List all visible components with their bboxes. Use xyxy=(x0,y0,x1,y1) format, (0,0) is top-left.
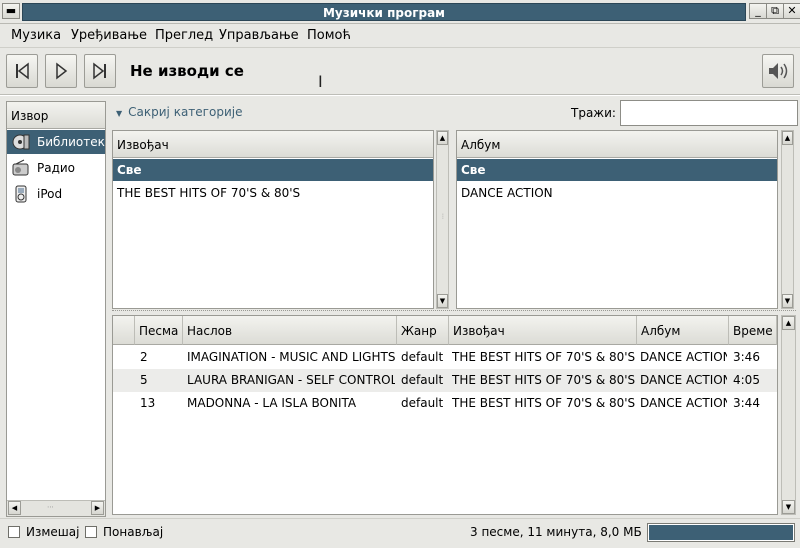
scroll-grip-icon: ⋯ xyxy=(47,503,54,511)
track-time: 3:46 xyxy=(733,350,760,364)
column-header-time[interactable]: Време xyxy=(729,316,777,345)
menu-music[interactable]: Музика xyxy=(11,28,61,44)
playback-status: Не изводи се xyxy=(130,62,244,80)
track-title: MADONNA - LA ISLA BONITA xyxy=(187,396,357,410)
source-item-ipod[interactable]: iPod xyxy=(7,182,105,206)
title-bar: ▬ Музички програм _ ⧉ ✕ xyxy=(0,0,800,24)
column-header-artist[interactable]: Извођач xyxy=(449,316,637,345)
search-input[interactable] xyxy=(620,100,798,126)
source-item-label: iPod xyxy=(37,187,63,201)
pane-divider[interactable] xyxy=(112,310,796,314)
scroll-down-icon[interactable]: ▼ xyxy=(782,294,793,308)
column-header-track[interactable]: Песма xyxy=(135,316,183,345)
column-header-indicator[interactable] xyxy=(113,316,135,345)
album-row-all[interactable]: Све xyxy=(457,159,777,181)
table-row[interactable]: 13 MADONNA - LA ISLA BONITA default THE … xyxy=(113,392,777,415)
menu-view[interactable]: Преглед xyxy=(155,28,213,44)
scroll-grip-icon: ⋮ xyxy=(440,213,446,220)
menu-edit[interactable]: Уређивање xyxy=(71,28,147,44)
shuffle-label[interactable]: Измешај xyxy=(26,525,79,539)
track-time: 4:05 xyxy=(733,373,760,387)
track-title: LAURA BRANIGAN - SELF CONTROL xyxy=(187,373,395,387)
track-genre: default xyxy=(401,396,444,410)
next-track-icon xyxy=(93,62,106,80)
track-time: 3:44 xyxy=(733,396,760,410)
table-row[interactable]: 5 LAURA BRANIGAN - SELF CONTROL default … xyxy=(113,369,777,392)
library-summary: 3 песме, 11 минута, 8,0 МБ xyxy=(470,525,642,539)
source-horizontal-scrollbar[interactable]: ◀ ⋯ ▶ xyxy=(7,500,105,516)
source-item-label: Библиотека xyxy=(37,135,105,149)
search-label: Тражи: xyxy=(571,106,616,120)
repeat-label[interactable]: Понављај xyxy=(103,525,163,539)
album-row[interactable]: DANCE ACTION xyxy=(457,182,777,204)
scroll-left-icon[interactable]: ◀ xyxy=(8,501,21,515)
triangle-down-icon: ▼ xyxy=(116,109,123,118)
track-number: 2 xyxy=(140,350,148,364)
column-header-genre[interactable]: Жанр xyxy=(397,316,449,345)
scroll-right-icon[interactable]: ▶ xyxy=(91,501,104,515)
next-button[interactable] xyxy=(84,54,116,88)
toolbar-separator xyxy=(0,94,800,96)
menu-help[interactable]: Помоћ xyxy=(307,28,351,44)
artist-row[interactable]: THE BEST HITS OF 70'S & 80'S xyxy=(113,182,433,204)
ipod-icon xyxy=(15,185,27,203)
album-vertical-scrollbar[interactable]: ▲ ▼ xyxy=(781,130,794,309)
track-album: DANCE ACTION xyxy=(640,373,727,387)
radio-icon xyxy=(12,159,29,176)
artist-browser: Извођач Све THE BEST HITS OF 70'S & 80'S xyxy=(112,130,434,309)
track-album: DANCE ACTION xyxy=(640,350,727,364)
track-number: 5 xyxy=(140,373,148,387)
track-title: IMAGINATION - MUSIC AND LIGHTS xyxy=(187,350,395,364)
text-cursor-icon: I xyxy=(318,72,323,91)
scroll-up-icon[interactable]: ▲ xyxy=(437,131,448,145)
track-list: Песма Наслов Жанр Извођач Албум Време 2 … xyxy=(112,315,778,515)
maximize-button[interactable]: ⧉ xyxy=(766,3,784,19)
status-bar: Измешај Понављај 3 песме, 11 минута, 8,0… xyxy=(0,518,800,548)
source-item-label: Радио xyxy=(37,161,76,175)
scroll-up-icon[interactable]: ▲ xyxy=(782,131,793,145)
track-artist: THE BEST HITS OF 70'S & 80'S xyxy=(452,350,635,364)
source-item-library[interactable]: Библиотека xyxy=(7,130,105,154)
menu-control[interactable]: Управљање xyxy=(219,28,299,44)
album-column-header[interactable]: Албум xyxy=(457,131,777,158)
previous-button[interactable] xyxy=(6,54,38,88)
hide-categories-toggle[interactable]: ▼ Сакриј категорије xyxy=(116,105,242,119)
track-number: 13 xyxy=(140,396,156,410)
window-title: Музички програм xyxy=(22,3,746,21)
column-header-title[interactable]: Наслов xyxy=(183,316,397,345)
track-album: DANCE ACTION xyxy=(640,396,727,410)
track-genre: default xyxy=(401,373,444,387)
progress-bar xyxy=(647,523,795,542)
artist-vertical-scrollbar[interactable]: ▲ ⋮ ▼ xyxy=(436,130,449,309)
progress-fill xyxy=(649,525,793,540)
album-browser: Албум Све DANCE ACTION xyxy=(456,130,778,309)
table-row[interactable]: 2 IMAGINATION - MUSIC AND LIGHTS default… xyxy=(113,346,777,369)
track-artist: THE BEST HITS OF 70'S & 80'S xyxy=(452,396,635,410)
play-icon xyxy=(56,62,68,80)
source-list: Извор Библиотека Радио iPod ◀ ⋯ ▶ xyxy=(6,101,106,517)
column-header-album[interactable]: Албум xyxy=(637,316,729,345)
previous-track-icon xyxy=(16,62,29,80)
hide-categories-label: Сакриј категорије xyxy=(128,105,243,119)
menu-bar: Музика Уређивање Преглед Управљање Помоћ xyxy=(0,25,800,48)
repeat-checkbox[interactable] xyxy=(85,526,97,538)
artist-column-header[interactable]: Извођач xyxy=(113,131,433,158)
play-button[interactable] xyxy=(45,54,77,88)
track-genre: default xyxy=(401,350,444,364)
minimize-button[interactable]: _ xyxy=(749,3,767,19)
shuffle-checkbox[interactable] xyxy=(8,526,20,538)
track-vertical-scrollbar[interactable]: ▲ ▼ xyxy=(781,315,796,515)
track-artist: THE BEST HITS OF 70'S & 80'S xyxy=(452,373,635,387)
window-menu-icon[interactable]: ▬ xyxy=(2,3,20,19)
scroll-up-icon[interactable]: ▲ xyxy=(782,316,795,330)
volume-icon xyxy=(769,63,788,79)
volume-button[interactable] xyxy=(762,54,794,88)
library-icon xyxy=(12,134,30,150)
scroll-down-icon[interactable]: ▼ xyxy=(782,500,795,514)
close-button[interactable]: ✕ xyxy=(783,3,800,19)
source-item-radio[interactable]: Радио xyxy=(7,156,105,180)
scroll-down-icon[interactable]: ▼ xyxy=(437,294,448,308)
artist-row-all[interactable]: Све xyxy=(113,159,433,181)
source-header[interactable]: Извор xyxy=(7,102,105,129)
